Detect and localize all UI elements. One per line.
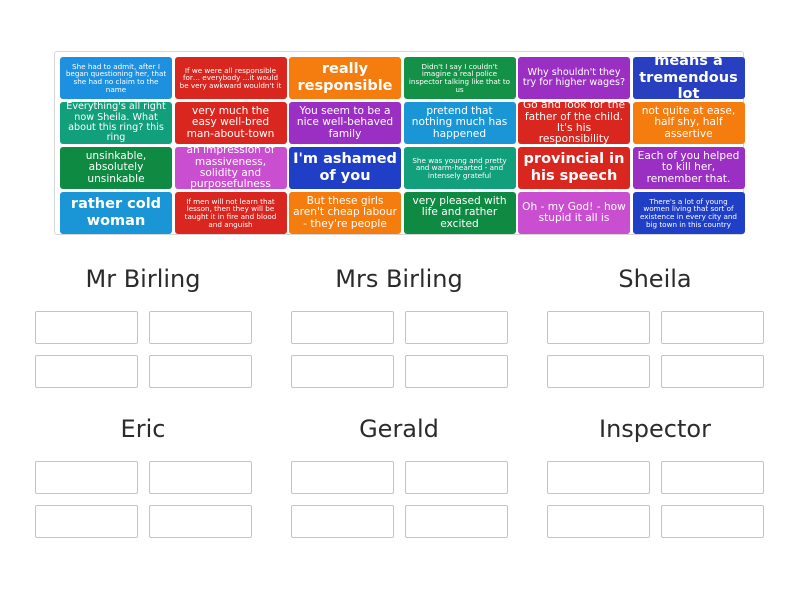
drop-slot[interactable] (547, 355, 650, 388)
answer-tile[interactable]: an impression of massiveness, solidity a… (174, 147, 287, 189)
answer-tile[interactable]: I'm ashamed of you (289, 147, 401, 189)
answer-tile[interactable]: She had to admit, after I began question… (60, 57, 172, 99)
drop-slot[interactable] (547, 311, 650, 344)
drop-slot[interactable] (35, 311, 138, 344)
answer-tile[interactable]: means a tremendous lot (632, 57, 745, 99)
answer-tile[interactable]: Each of you helped to kill her, remember… (632, 147, 745, 189)
answer-tile[interactable]: Oh - my God! - how stupid it all is (518, 192, 630, 234)
drop-slot[interactable] (661, 311, 764, 344)
drop-slot[interactable] (661, 355, 764, 388)
drop-slot[interactable] (405, 505, 508, 538)
answer-tile[interactable]: If we were all responsible for… everybod… (174, 57, 287, 99)
drop-slot[interactable] (149, 311, 252, 344)
answer-tile[interactable]: Everything's all right now Sheila. What … (60, 102, 172, 144)
answer-tile[interactable]: rather cold woman (60, 192, 172, 234)
drop-slot[interactable] (149, 355, 252, 388)
answer-tray: She had to admit, after I began question… (54, 51, 745, 235)
drop-slot[interactable] (291, 461, 394, 494)
drop-slot[interactable] (35, 505, 138, 538)
drop-slot[interactable] (405, 461, 508, 494)
group-title: Mr Birling (85, 265, 201, 293)
group-title: Eric (120, 415, 166, 443)
answer-tile[interactable]: You seem to be a nice well-behaved famil… (289, 102, 401, 144)
answer-tile[interactable]: pretend that nothing much has happened (403, 102, 516, 144)
drop-slot[interactable] (291, 355, 394, 388)
group-title: Mrs Birling (335, 265, 463, 293)
answer-tile[interactable]: But these girls aren't cheap labour - th… (289, 192, 401, 234)
group-title: Gerald (359, 415, 439, 443)
answer-tile[interactable]: If men will not learn that lesson, then … (174, 192, 287, 234)
drop-slot[interactable] (291, 505, 394, 538)
drop-slot[interactable] (149, 505, 252, 538)
drop-slot[interactable] (35, 355, 138, 388)
answer-tile[interactable]: unsinkable, absolutely unsinkable (60, 147, 172, 189)
answer-tile[interactable]: Didn't I say I couldn't imagine a real p… (403, 57, 516, 99)
answer-tile[interactable]: She was young and pretty and warm-hearte… (403, 147, 516, 189)
answer-tile[interactable]: very pleased with life and rather excite… (403, 192, 516, 234)
drop-slot[interactable] (291, 311, 394, 344)
drop-slot[interactable] (547, 461, 650, 494)
answer-tile[interactable]: very much the easy well-bred man-about-t… (174, 102, 287, 144)
answer-tile[interactable]: not quite at ease, half shy, half assert… (632, 102, 745, 144)
drop-slot[interactable] (547, 505, 650, 538)
answer-tile[interactable]: Go and look for the father of the child.… (518, 102, 630, 144)
answer-tile[interactable]: really responsible (289, 57, 401, 99)
drop-slot[interactable] (149, 461, 252, 494)
drop-slot[interactable] (35, 461, 138, 494)
answer-tile[interactable]: Why shouldn't they try for higher wages? (518, 57, 630, 99)
drop-slot[interactable] (405, 311, 508, 344)
group-title: Sheila (618, 265, 692, 293)
drop-slot[interactable] (405, 355, 508, 388)
answer-tile[interactable]: provincial in his speech (518, 147, 630, 189)
group-title: Inspector (599, 415, 711, 443)
drop-slot[interactable] (661, 505, 764, 538)
answer-tile[interactable]: There's a lot of young women living that… (632, 192, 745, 234)
drop-slot[interactable] (661, 461, 764, 494)
